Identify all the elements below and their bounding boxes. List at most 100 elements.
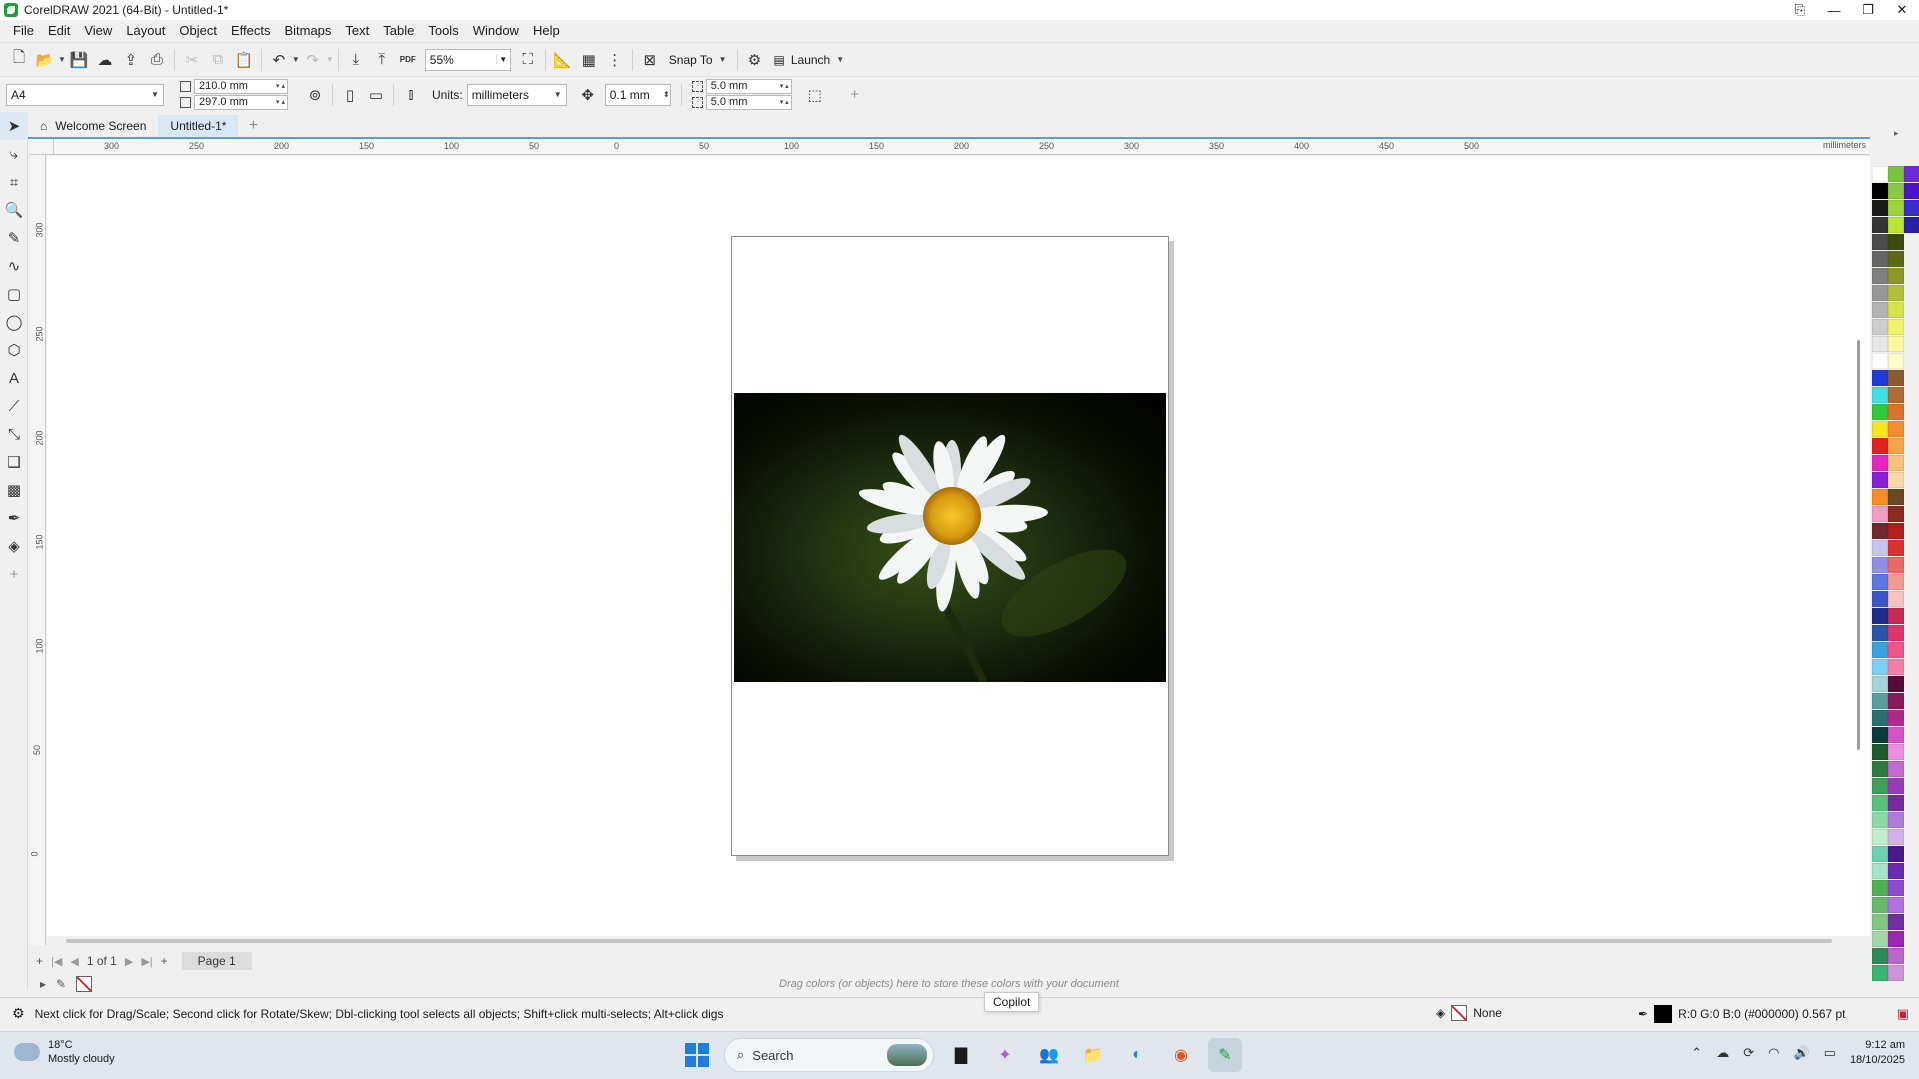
zoom-tool-icon[interactable]: 🔍 — [0, 196, 28, 224]
color-swatch[interactable] — [1888, 540, 1904, 556]
launch-button[interactable]: ▤ Launch ▼ — [768, 47, 851, 73]
color-swatch[interactable] — [1888, 642, 1904, 658]
menu-help[interactable]: Help — [526, 20, 567, 42]
color-swatch[interactable] — [1888, 302, 1904, 318]
paste-icon[interactable]: 📋 — [231, 47, 257, 73]
show-rulers-icon[interactable]: 📐 — [550, 47, 576, 73]
color-swatch[interactable] — [1888, 812, 1904, 828]
color-swatch[interactable] — [1888, 693, 1904, 709]
color-swatch[interactable] — [1872, 251, 1888, 267]
color-swatch[interactable] — [1872, 370, 1888, 386]
color-swatch[interactable] — [1872, 438, 1888, 454]
add-tool-icon[interactable]: + — [842, 82, 868, 108]
color-swatch[interactable] — [1872, 234, 1888, 250]
color-swatch[interactable] — [1904, 183, 1919, 199]
color-swatch[interactable] — [1888, 506, 1904, 522]
artistic-media-icon[interactable]: ∿ — [0, 252, 28, 280]
menu-view[interactable]: View — [77, 20, 119, 42]
sync-icon[interactable]: ⟳ — [1743, 1045, 1754, 1061]
outline-indicator[interactable]: ✒ R:0 G:0 B:0 (#000000) 0.567 pt — [1638, 1005, 1846, 1023]
color-swatch[interactable] — [1888, 676, 1904, 692]
color-swatch[interactable] — [1888, 183, 1904, 199]
color-swatch[interactable] — [1888, 846, 1904, 862]
spinner-icon[interactable]: ▾ ▴ — [265, 80, 287, 93]
color-swatch[interactable] — [1888, 234, 1904, 250]
drop-shadow-icon[interactable]: ❑ — [0, 448, 28, 476]
menu-layout[interactable]: Layout — [119, 20, 172, 42]
color-swatch[interactable] — [1872, 965, 1888, 981]
color-swatch[interactable] — [1888, 965, 1904, 981]
vertical-ruler[interactable]: 300 250 200 150 100 50 0 — [30, 155, 46, 945]
freehand-tool-icon[interactable]: ✎ — [0, 224, 28, 252]
page-1-tab[interactable]: Page 1 — [181, 952, 252, 970]
fill-indicator[interactable]: ◈ None — [1436, 1005, 1502, 1021]
color-swatch[interactable] — [1872, 591, 1888, 607]
firefox-icon[interactable]: ◉ — [1164, 1038, 1198, 1072]
color-swatch[interactable] — [1872, 523, 1888, 539]
color-swatch[interactable] — [1888, 710, 1904, 726]
export-icon[interactable]: ⤒ — [369, 47, 395, 73]
close-button[interactable]: ✕ — [1885, 0, 1919, 20]
spinner-icon[interactable]: ⬍ — [663, 90, 670, 99]
windows-start-icon[interactable] — [680, 1038, 714, 1072]
menu-effects[interactable]: Effects — [224, 20, 278, 42]
ellipse-tool-icon[interactable]: ◯ — [0, 308, 28, 336]
color-swatch[interactable] — [1872, 489, 1888, 505]
duplicate-x-input[interactable]: 5.0 mm ▾ ▴ — [705, 79, 792, 94]
shape-tool-icon[interactable]: ⤷ — [0, 140, 28, 168]
rectangle-tool-icon[interactable]: ▢ — [0, 280, 28, 308]
full-screen-preview-icon[interactable]: ⛶ — [515, 47, 541, 73]
color-swatch[interactable] — [1872, 863, 1888, 879]
ruler-origin[interactable] — [30, 139, 54, 155]
color-swatch[interactable] — [1872, 778, 1888, 794]
color-swatch[interactable] — [1872, 897, 1888, 913]
color-swatch[interactable] — [1888, 455, 1904, 471]
color-swatch[interactable] — [1888, 268, 1904, 284]
color-swatch[interactable] — [1872, 727, 1888, 743]
page-size-select[interactable]: A4 ▼ — [6, 83, 164, 106]
color-swatch[interactable] — [1872, 353, 1888, 369]
color-swatch[interactable] — [1872, 676, 1888, 692]
horizontal-scrollbar[interactable] — [66, 939, 1832, 943]
save-icon[interactable]: 💾 — [66, 47, 92, 73]
color-swatch[interactable] — [1888, 591, 1904, 607]
tab-untitled-1[interactable]: Untitled-1* — [158, 115, 239, 137]
color-swatch[interactable] — [1888, 438, 1904, 454]
color-swatch[interactable] — [1888, 727, 1904, 743]
spinner-icon[interactable]: ▾ ▴ — [265, 96, 287, 109]
zoom-level-select[interactable]: 55% ▼ — [424, 48, 511, 71]
battery-icon[interactable]: ▭ — [1824, 1045, 1836, 1061]
color-swatch[interactable] — [1872, 268, 1888, 284]
color-swatch[interactable] — [1888, 557, 1904, 573]
color-swatch[interactable] — [1872, 217, 1888, 233]
color-swatch[interactable] — [1872, 166, 1888, 182]
color-swatch[interactable] — [1888, 166, 1904, 182]
add-page-after-icon[interactable]: + — [161, 954, 168, 968]
edge-icon[interactable]: ◐ — [1120, 1038, 1154, 1072]
menu-text[interactable]: Text — [338, 20, 376, 42]
share-icon[interactable]: ⎘ — [1783, 0, 1817, 20]
color-swatch[interactable] — [1888, 336, 1904, 352]
copilot-icon[interactable]: ✦ — [988, 1038, 1022, 1072]
color-swatch[interactable] — [1872, 540, 1888, 556]
color-swatch[interactable] — [1888, 625, 1904, 641]
new-tab-icon[interactable]: + — [244, 117, 262, 135]
connector-tool-icon[interactable]: ⤡ — [0, 420, 28, 448]
pick-tool-icon[interactable]: ➤ — [0, 112, 28, 140]
spinner-icon[interactable]: ▾ ▴ — [769, 80, 791, 93]
page-width-input[interactable]: 210.0 mm ▾ ▴ — [194, 79, 288, 94]
color-swatch[interactable] — [1904, 217, 1919, 233]
vertical-scrollbar[interactable] — [1857, 340, 1860, 750]
page-height-input[interactable]: 297.0 mm ▾ ▴ — [194, 95, 288, 110]
last-page-icon[interactable]: ▶| — [141, 955, 152, 968]
units-select[interactable]: millimeters ▼ — [466, 83, 567, 106]
open-dropdown-icon[interactable]: ▼ — [58, 55, 66, 64]
nudge-distance-input[interactable]: 0.1 mm ⬍ — [604, 83, 671, 106]
document-page[interactable] — [731, 236, 1169, 856]
cloud-off-icon[interactable]: ☁ — [1716, 1045, 1729, 1061]
snap-off-icon[interactable]: ⊠ — [637, 47, 663, 73]
show-guidelines-icon[interactable]: ⋮ — [602, 47, 628, 73]
prev-page-icon[interactable]: ◀ — [70, 955, 78, 968]
menu-object[interactable]: Object — [172, 20, 224, 42]
cloud-sync-icon[interactable]: ☁ — [92, 47, 118, 73]
